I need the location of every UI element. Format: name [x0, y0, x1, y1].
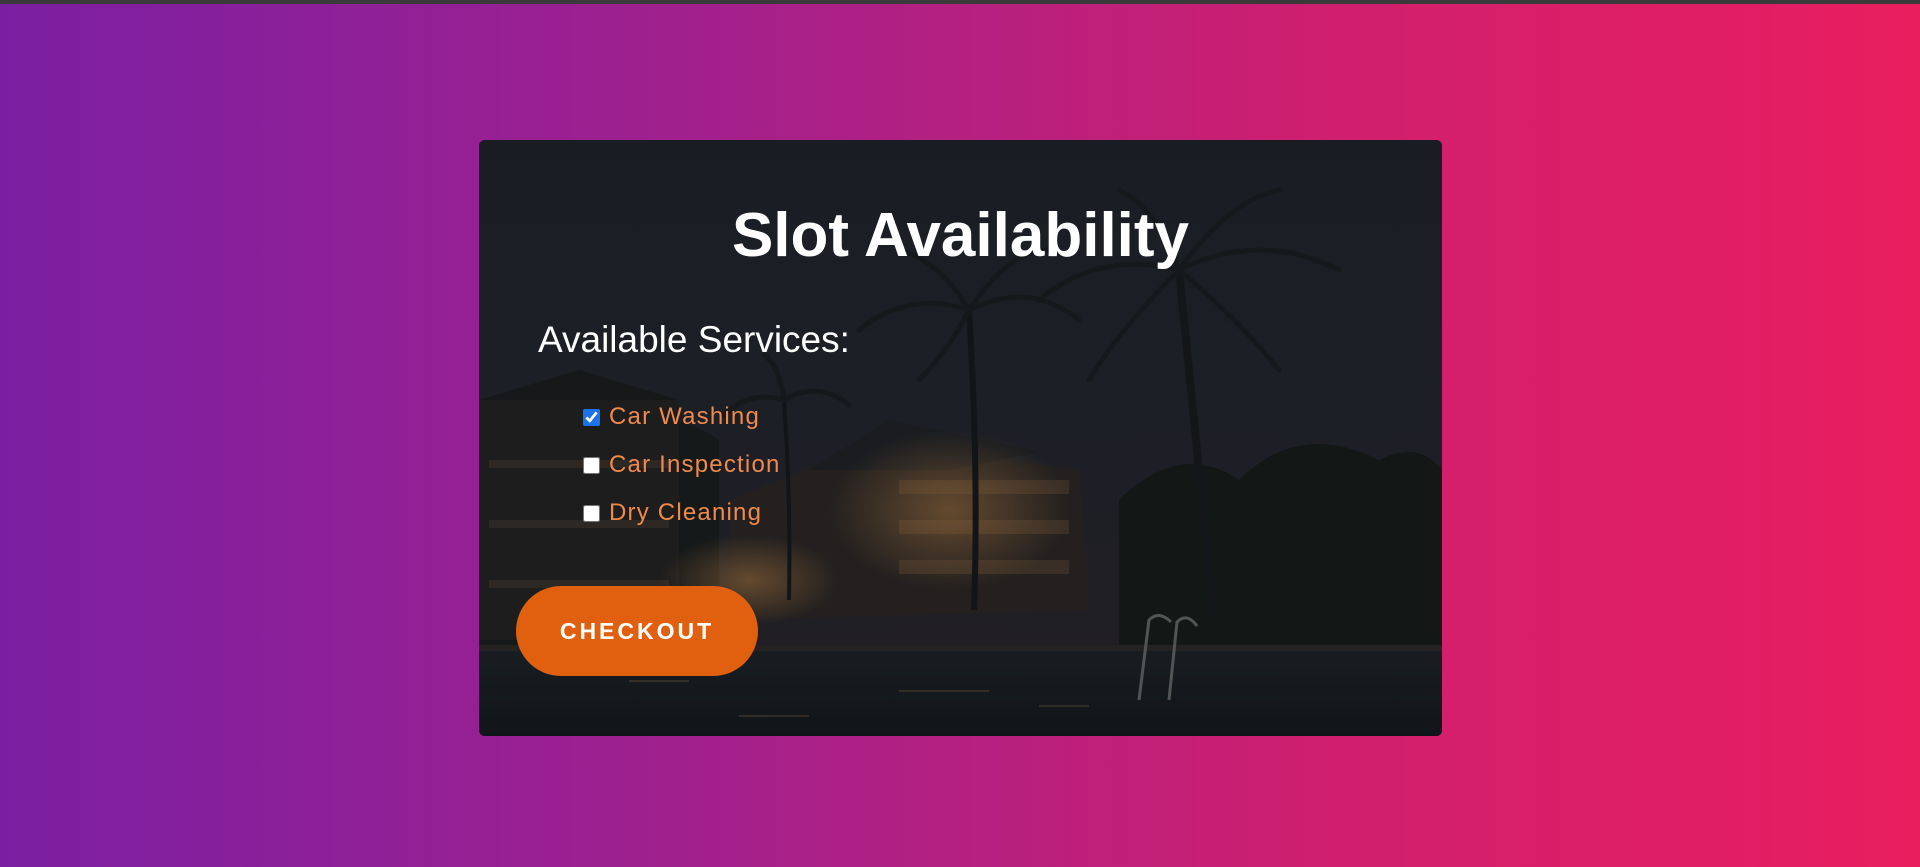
slot-availability-card: Slot Availability Available Services: Ca…: [479, 140, 1442, 736]
service-item-car-washing: Car Washing: [583, 393, 781, 441]
car-washing-label[interactable]: Car Washing: [609, 403, 760, 431]
service-item-dry-cleaning: Dry Cleaning: [583, 489, 781, 537]
dry-cleaning-label[interactable]: Dry Cleaning: [609, 499, 762, 527]
checkout-button[interactable]: CHECKOUT: [516, 586, 758, 676]
page-title: Slot Availability: [731, 201, 1190, 270]
browser-top-edge: [0, 0, 1920, 4]
car-inspection-label[interactable]: Car Inspection: [609, 451, 781, 479]
dry-cleaning-checkbox[interactable]: [583, 504, 600, 522]
car-inspection-checkbox[interactable]: [583, 456, 600, 474]
car-washing-checkbox[interactable]: [583, 408, 600, 426]
service-item-car-inspection: Car Inspection: [583, 441, 781, 489]
services-list: Car Washing Car Inspection Dry Cleaning: [583, 393, 781, 537]
services-heading: Available Services:: [538, 319, 850, 360]
